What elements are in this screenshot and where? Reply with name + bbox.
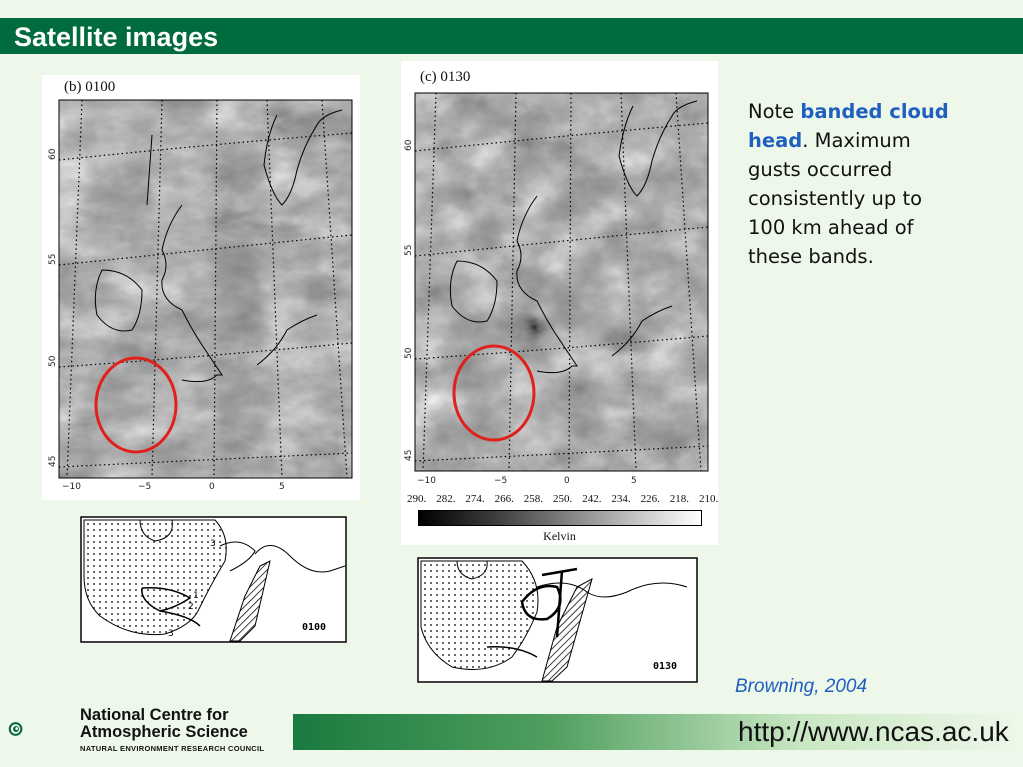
colorbar-tick: 282. [436,493,456,505]
ncas-logo-icon [8,722,23,736]
sketch-panel-c: 0130 [417,557,698,683]
sketch-number: 2 [188,602,194,612]
note-prefix: Note [748,100,801,123]
colorbar-tick: 234. [611,493,631,505]
lat-tick: 50 [48,355,58,367]
lon-tick: 0 [209,482,215,492]
sketch-number: 1 [193,591,199,601]
colorbar-gradient [418,510,702,526]
lat-tick: 50 [404,347,414,359]
colorbar-tick: 242. [582,493,602,505]
sketch-drawing-c: 0130 [417,557,698,683]
colorbar-unit: Kelvin [543,529,576,543]
colorbar-ticks: 290. 282. 274. 266. 258. 250. 242. 234. 226. 218.… [407,493,718,507]
colorbar-tick: 250. [553,493,573,505]
title-bar: Satellite images [0,18,1023,54]
sketch-c-label: 0130 [653,661,677,672]
lon-tick: 0 [564,476,570,486]
lon-tick: 5 [279,482,285,492]
colorbar-tick: 274. [465,493,485,505]
lat-tick: 60 [404,139,414,151]
lon-tick: −5 [494,476,507,486]
colorbar-tick: 258. [523,493,544,505]
lat-tick: 55 [404,245,414,256]
satellite-panel-b: (b) 0100 45 50 55 60 −10 −5 0 5 [42,75,360,500]
lon-tick: −10 [62,482,81,492]
org-name-line3: NATURAL ENVIRONMENT RESEARCH COUNCIL [80,744,265,753]
lat-tick: 45 [48,456,58,467]
citation: Browning, 2004 [735,676,868,697]
satellite-image-c: 45 50 55 60 −10 −5 0 5 [404,92,709,486]
satellite-panel-c: (c) 0130 45 50 55 60 −10 −5 0 5 290. 282… [401,61,718,545]
lon-tick: −5 [138,482,151,492]
sketch-drawing-b: 3 2 1 3 0100 [80,516,347,643]
colorbar-tick: 226. [640,493,660,505]
sketch-b-label: 0100 [302,622,326,633]
colorbar-tick: 218. [669,493,690,505]
colorbar-tick: 290. [407,493,427,505]
org-name-line2: Atmospheric Science [80,723,248,741]
lon-tick: −10 [417,476,436,486]
colorbar: 290. 282. 274. 266. 258. 250. 242. 234. 226. 218.… [401,491,718,545]
lon-tick: 5 [631,476,637,486]
colorbar-tick: 266. [494,493,514,505]
colorbar-tick: 210. [699,493,719,505]
sketch-number: 3 [210,539,216,549]
lat-tick: 55 [48,254,58,265]
website-link[interactable]: http://www.ncas.ac.uk [738,716,1009,748]
satellite-image-b: 45 50 55 60 −10 −5 0 5 [48,99,353,492]
sketch-panel-b: 3 2 1 3 0100 [80,516,347,643]
sketch-number: 3 [168,629,174,639]
lat-tick: 45 [404,450,414,461]
slide-title: Satellite images [14,22,219,52]
lat-tick: 60 [48,148,58,160]
note-text: Note banded cloud head. Maximum gusts oc… [748,97,963,271]
